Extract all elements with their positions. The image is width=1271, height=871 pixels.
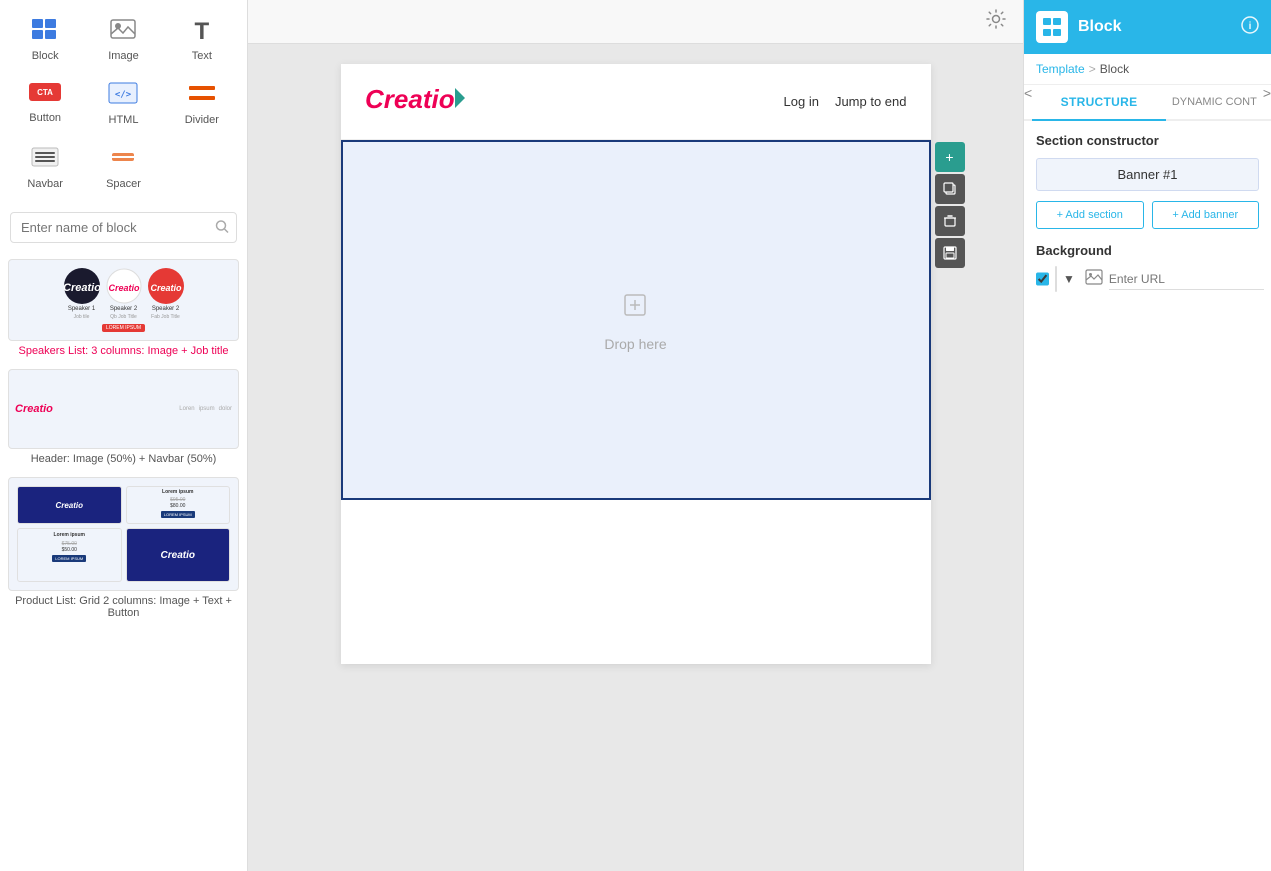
add-banner-button[interactable]: + Add banner — [1152, 201, 1260, 229]
panel-tab-next[interactable]: > — [1263, 85, 1271, 119]
add-block-button[interactable]: + — [935, 142, 965, 172]
sidebar-item-text[interactable]: T Text — [165, 8, 239, 68]
svg-text:</>: </> — [115, 90, 132, 100]
sidebar-item-spacer[interactable]: Spacer — [86, 136, 160, 196]
background-color-dropdown[interactable]: ▼ — [1063, 272, 1075, 286]
image-label: Image — [108, 50, 139, 62]
save-block-button[interactable] — [935, 238, 965, 268]
image-icon — [109, 18, 137, 46]
spacer-icon — [108, 146, 138, 174]
background-image-icon[interactable] — [1085, 269, 1103, 290]
html-label: HTML — [109, 114, 139, 126]
svg-text:i: i — [1249, 21, 1252, 32]
button-icon: CTA — [28, 82, 62, 108]
background-checkbox[interactable] — [1036, 271, 1049, 287]
delete-block-button[interactable] — [935, 206, 965, 236]
svg-text:CTA: CTA — [37, 88, 53, 97]
sidebar-item-divider[interactable]: Divider — [165, 72, 239, 132]
email-nav-login[interactable]: Log in — [784, 94, 819, 109]
section-constructor-title: Section constructor — [1036, 133, 1259, 148]
svg-text:Creatio: Creatio — [150, 283, 182, 293]
action-buttons: + Add section + Add banner — [1036, 201, 1259, 229]
sidebar-item-html[interactable]: </> HTML — [86, 72, 160, 132]
speakers-list-label: Speakers List: 3 columns: Image + Job ti… — [8, 345, 239, 357]
drop-zone-text: Drop here — [604, 336, 666, 352]
navbar-label: Navbar — [27, 178, 62, 190]
breadcrumb-current: Block — [1100, 62, 1129, 76]
breadcrumb-separator: > — [1089, 62, 1096, 76]
email-nav-jump[interactable]: Jump to end — [835, 94, 907, 109]
navbar-icon — [30, 146, 60, 174]
panel-header: Block i — [1024, 0, 1271, 54]
block-controls: + — [935, 142, 965, 268]
drop-zone: Drop here — [604, 289, 666, 352]
main-toolbar — [248, 0, 1023, 44]
product-list-block[interactable]: Creatio Lorem ipsum $95.00 $80.00 LOREM … — [8, 477, 239, 619]
panel-block-icon — [1036, 11, 1068, 43]
email-canvas: Creatio Log in Jump to end — [341, 64, 931, 664]
header-block[interactable]: Creatio Lorenipsumdolor Header: Image (5… — [8, 369, 239, 465]
block-icon — [31, 18, 59, 46]
divider-label: Divider — [185, 114, 219, 126]
breadcrumb: Template > Block — [1024, 54, 1271, 85]
copy-block-button[interactable] — [935, 174, 965, 204]
button-label: Button — [29, 112, 61, 124]
add-section-button[interactable]: + Add section — [1036, 201, 1144, 229]
header-logo-mini: Creatio — [15, 403, 53, 415]
main-canvas-area: Creatio Log in Jump to end — [248, 0, 1023, 871]
right-panel: Block i Template > Block < STRUCTURE DYN… — [1023, 0, 1271, 871]
sidebar-item-navbar[interactable]: Navbar — [8, 136, 82, 196]
left-sidebar: Block Image T Text CTA — [0, 0, 248, 871]
tab-dynamic-content[interactable]: DYNAMIC CONT — [1166, 85, 1263, 119]
text-icon: T — [194, 18, 209, 46]
sidebar-item-button[interactable]: CTA Button — [8, 72, 82, 132]
sidebar-item-image[interactable]: Image — [86, 8, 160, 68]
divider-icon — [187, 82, 217, 110]
text-label: Text — [192, 50, 212, 62]
block-search — [10, 212, 237, 243]
background-url-input[interactable] — [1109, 269, 1264, 290]
block-label: Block — [32, 50, 59, 62]
panel-title: Block — [1078, 18, 1231, 36]
background-controls: ▼ — [1036, 266, 1259, 292]
tab-structure[interactable]: STRUCTURE — [1032, 85, 1166, 121]
email-block: Drop here + — [341, 140, 931, 500]
email-logo: Creatio — [365, 80, 485, 123]
header-block-label: Header: Image (50%) + Navbar (50%) — [8, 453, 239, 465]
search-icon[interactable] — [215, 219, 229, 236]
breadcrumb-parent[interactable]: Template — [1036, 62, 1085, 76]
canvas-area: Creatio Log in Jump to end — [248, 44, 1023, 871]
email-nav: Log in Jump to end — [784, 94, 907, 109]
panel-tab-prev[interactable]: < — [1024, 85, 1032, 119]
svg-text:Creatio: Creatio — [365, 84, 455, 114]
banner-item[interactable]: Banner #1 — [1036, 158, 1259, 191]
speakers-list-block[interactable]: Creatio Speaker 1 Job tile Creatio Speak… — [8, 259, 239, 357]
background-title: Background — [1036, 243, 1259, 258]
panel-body: Section constructor Banner #1 + Add sect… — [1024, 121, 1271, 871]
svg-text:Creatio: Creatio — [108, 283, 140, 293]
component-grid: Block Image T Text CTA — [0, 0, 247, 204]
settings-icon[interactable] — [985, 8, 1007, 35]
search-input[interactable] — [10, 212, 237, 243]
spacer-label: Spacer — [106, 178, 141, 190]
svg-text:Creatio: Creatio — [64, 282, 100, 294]
html-icon: </> — [108, 82, 138, 110]
block-list: Creatio Speaker 1 Job tile Creatio Speak… — [0, 251, 247, 627]
background-color-swatch[interactable] — [1055, 266, 1057, 292]
email-header: Creatio Log in Jump to end — [341, 64, 931, 140]
panel-tabs: < STRUCTURE DYNAMIC CONT > — [1024, 85, 1271, 121]
info-icon[interactable]: i — [1241, 16, 1259, 39]
drop-zone-icon — [619, 289, 651, 328]
product-list-label: Product List: Grid 2 columns: Image + Te… — [8, 595, 239, 619]
header-links-mini: Lorenipsumdolor — [179, 406, 232, 412]
sidebar-item-block[interactable]: Block — [8, 8, 82, 68]
